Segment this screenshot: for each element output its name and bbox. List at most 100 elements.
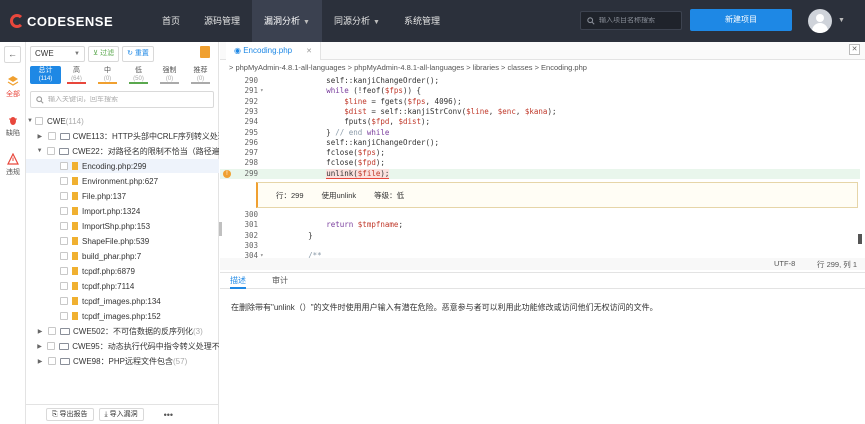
tree-checkbox[interactable] bbox=[35, 117, 43, 125]
tree-node-label: CWE113：HTTP头部中CRLF序列转义处理 bbox=[72, 131, 219, 141]
nav-system[interactable]: 系统管理 bbox=[392, 0, 452, 42]
tab-audit[interactable]: 审计 bbox=[272, 273, 288, 289]
tree-checkbox[interactable] bbox=[48, 357, 56, 365]
project-search[interactable] bbox=[580, 11, 682, 30]
keyword-search-input[interactable] bbox=[48, 96, 208, 103]
code-line: 297 fclose($fps); bbox=[220, 148, 860, 158]
import-vuln-button[interactable]: ⤓ 导入漏洞 bbox=[98, 408, 144, 421]
code-line: 303 bbox=[220, 241, 860, 251]
severity-low[interactable]: 低 (50) bbox=[123, 66, 154, 84]
tree-root[interactable]: ▼ CWE(114) bbox=[26, 114, 219, 128]
editor-scrollbar[interactable] bbox=[858, 234, 862, 244]
code-line: 293 $dist = self::kanjiStrConv($line, $e… bbox=[220, 107, 860, 117]
tree-checkbox[interactable] bbox=[60, 192, 68, 200]
logo[interactable]: CODESENSE bbox=[10, 14, 140, 29]
tree-node[interactable]: ▶ CWE98：PHP远程文件包含(57) bbox=[26, 354, 219, 368]
breadcrumb: > phpMyAdmin-4.8.1-all-languages > phpMy… bbox=[229, 63, 587, 72]
code-line: 300 bbox=[220, 210, 860, 220]
tree-node[interactable]: ▼ CWE22：对路径名的限制不恰当（路径遍历） bbox=[26, 144, 219, 158]
project-search-input[interactable] bbox=[599, 17, 677, 24]
tree-checkbox[interactable] bbox=[60, 222, 68, 230]
tree-file[interactable]: Import.php:1324 bbox=[26, 204, 219, 218]
warning-icon[interactable]: ! bbox=[223, 169, 231, 178]
report-icon[interactable] bbox=[200, 46, 210, 58]
chevron-right-icon[interactable]: ▶ bbox=[36, 358, 44, 365]
rail-item-defects[interactable]: 缺陷 bbox=[0, 114, 26, 138]
code-text: fclose($fpd); bbox=[272, 158, 385, 168]
tree-file[interactable]: ImportShp.php:153 bbox=[26, 219, 219, 233]
code-line: 292 $line = fgets($fps, 4096); bbox=[220, 97, 860, 107]
tree-node[interactable]: ▶ CWE95：动态执行代码中指令转义处理不恰当 bbox=[26, 339, 219, 353]
code-line: 298 fclose($fpd); bbox=[220, 158, 860, 168]
severity-color-bar bbox=[67, 82, 86, 84]
close-icon[interactable]: ✕ bbox=[306, 48, 312, 55]
main-nav: 首页 源码管理 漏洞分析 ▼ 同源分析 ▼ 系统管理 bbox=[150, 0, 452, 42]
tab-description[interactable]: 描述 bbox=[230, 273, 246, 289]
severity-total[interactable]: 总计 (114) bbox=[30, 66, 61, 84]
more-icon[interactable]: ••• bbox=[164, 410, 173, 420]
rail-item-all[interactable]: 全部 bbox=[0, 75, 26, 99]
code-text: self::kanjiChangeOrder(); bbox=[272, 76, 440, 85]
tree-checkbox[interactable] bbox=[47, 342, 56, 350]
filter-button[interactable]: ⊻ 过滤 bbox=[88, 45, 120, 62]
keyword-search[interactable] bbox=[30, 91, 214, 108]
rail-item-violations[interactable]: 违规 bbox=[0, 153, 26, 177]
new-project-button[interactable]: 新建项目 bbox=[690, 9, 792, 31]
severity-mandatory[interactable]: 强制 (0) bbox=[154, 66, 185, 84]
nav-vuln-analysis[interactable]: 漏洞分析 ▼ bbox=[252, 0, 322, 42]
tree-checkbox[interactable] bbox=[60, 237, 68, 245]
tree-checkbox[interactable] bbox=[60, 207, 68, 215]
tab-encoding-php[interactable]: ◉ Encoding.php ✕ bbox=[226, 42, 322, 60]
tree-checkbox[interactable] bbox=[60, 267, 68, 275]
chevron-down-icon[interactable]: ▼ bbox=[26, 118, 34, 124]
close-panel-icon[interactable]: ✕ bbox=[849, 44, 860, 55]
tree-checkbox[interactable] bbox=[60, 282, 68, 290]
code-editor[interactable]: 290 self::kanjiChangeOrder(); 291 ▾ while … bbox=[220, 74, 860, 262]
tree-checkbox[interactable] bbox=[47, 147, 56, 155]
tree-file[interactable]: tcpdf.php:6879 bbox=[26, 264, 219, 278]
chevron-down-icon[interactable]: ▼ bbox=[838, 17, 845, 24]
chevron-right-icon[interactable]: ▶ bbox=[36, 133, 44, 140]
nav-homology[interactable]: 同源分析 ▼ bbox=[322, 0, 392, 42]
tree-file[interactable]: Encoding.php:299 bbox=[26, 159, 219, 173]
search-icon bbox=[587, 16, 595, 25]
chevron-right-icon[interactable]: ▶ bbox=[36, 328, 44, 335]
nav-home[interactable]: 首页 bbox=[150, 0, 192, 42]
tree-checkbox[interactable] bbox=[48, 327, 56, 335]
back-button[interactable]: ← bbox=[4, 46, 21, 63]
export-report-button[interactable]: ⎘ 导出报告 bbox=[46, 408, 94, 421]
severity-label: 总计 bbox=[38, 67, 53, 74]
tree-file[interactable]: ShapeFile.php:539 bbox=[26, 234, 219, 248]
tree-file[interactable]: File.php:137 bbox=[26, 189, 219, 203]
nav-source[interactable]: 源码管理 bbox=[192, 0, 252, 42]
avatar[interactable] bbox=[808, 9, 832, 33]
chevron-right-icon[interactable]: ▶ bbox=[36, 343, 43, 350]
tree-checkbox[interactable] bbox=[60, 162, 68, 170]
tree-checkbox[interactable] bbox=[60, 177, 68, 185]
tree-node[interactable]: ▶ CWE502：不可信数据的反序列化(3) bbox=[26, 324, 219, 338]
tree-checkbox[interactable] bbox=[47, 132, 56, 140]
issue-line: 行：299 bbox=[276, 190, 304, 200]
reset-button[interactable]: ↻ 重置 bbox=[122, 45, 154, 62]
severity-medium[interactable]: 中 (0) bbox=[92, 66, 123, 84]
tree-node[interactable]: ▶ CWE113：HTTP头部中CRLF序列转义处理 bbox=[26, 129, 220, 143]
splitter-handle[interactable] bbox=[219, 222, 222, 236]
tree-checkbox[interactable] bbox=[60, 252, 68, 260]
chevron-down-icon[interactable]: ▼ bbox=[36, 148, 43, 154]
tree-file[interactable]: tcpdf_images.php:134 bbox=[26, 294, 219, 308]
tree-file[interactable]: build_phar.php:7 bbox=[26, 249, 219, 263]
tree-file[interactable]: tcpdf_images.php:152 bbox=[26, 309, 219, 323]
tree-file-label: ImportShp.php:153 bbox=[82, 221, 151, 231]
vuln-description: 在删除带有"unlink（）"的文件时使用用户输入有潜在危险。恶意参与者可以利用… bbox=[231, 303, 658, 312]
tree-checkbox[interactable] bbox=[60, 297, 68, 305]
type-select[interactable]: CWE ▼ bbox=[30, 45, 85, 62]
tree-file[interactable]: tcpdf.php:7114 bbox=[26, 279, 219, 293]
chevron-down-icon: ▼ bbox=[303, 19, 310, 26]
tree-checkbox[interactable] bbox=[60, 312, 68, 320]
severity-recommended[interactable]: 推荐 (0) bbox=[185, 66, 216, 84]
fold-toggle-icon[interactable]: ▾ bbox=[260, 86, 264, 96]
tree-file[interactable]: Environment.php:627 bbox=[26, 174, 219, 188]
severity-label: 中 bbox=[104, 67, 111, 74]
tree-file-label: tcpdf.php:7114 bbox=[82, 281, 135, 291]
severity-high[interactable]: 高 (64) bbox=[61, 66, 92, 84]
